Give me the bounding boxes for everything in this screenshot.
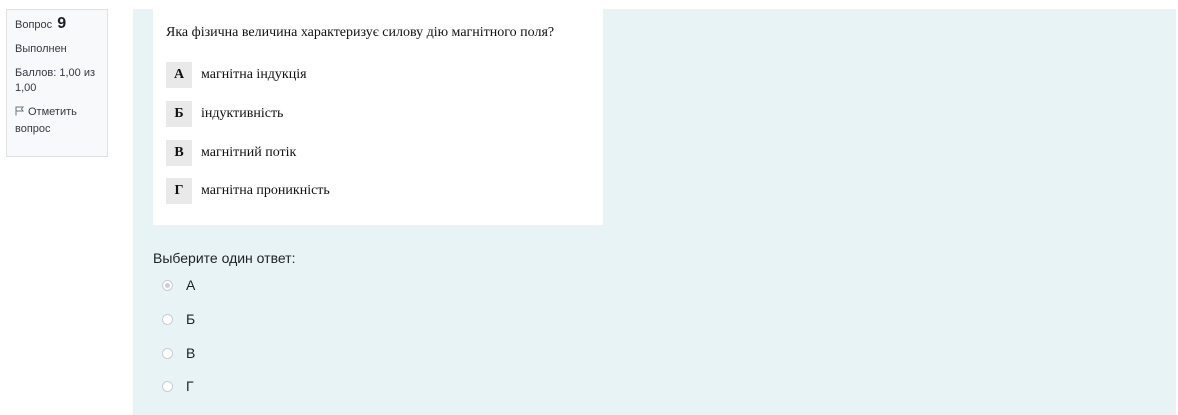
answer-choice-g[interactable]: Г (162, 376, 194, 396)
question-info-panel: Вопрос 9 Выполнен Баллов: 1,00 из 1,00 О… (6, 9, 108, 157)
question-label: Вопрос (15, 19, 53, 31)
option-letter: Г (166, 178, 192, 204)
option-text: індуктивність (201, 106, 284, 121)
radio-button[interactable] (162, 347, 173, 359)
question-option-v: В магнітний потік (166, 140, 296, 166)
option-text: магнітна індукція (201, 67, 307, 82)
answer-choice-label[interactable]: В (186, 345, 195, 361)
answer-prompt: Выберите один ответ: (153, 250, 296, 266)
question-page: Вопрос 9 Выполнен Баллов: 1,00 из 1,00 О… (0, 0, 1178, 415)
radio-button-selected[interactable] (162, 279, 173, 291)
answer-choice-v[interactable]: В (162, 343, 195, 363)
question-number: Вопрос 9 (15, 16, 99, 33)
option-text: магнітний потік (201, 145, 297, 160)
answer-choice-a[interactable]: А (162, 275, 195, 295)
question-number-value: 9 (57, 15, 67, 32)
option-letter: В (166, 140, 192, 166)
question-option-g: Г магнітна проникність (166, 178, 330, 204)
option-text: магнітна проникність (201, 183, 330, 198)
question-text: Яка фізична величина характеризує силову… (166, 25, 555, 40)
question-grade: Баллов: 1,00 из 1,00 (15, 67, 96, 94)
option-letter: А (166, 62, 192, 88)
answer-choice-label[interactable]: А (186, 277, 195, 293)
answer-choice-b[interactable]: Б (162, 309, 195, 329)
question-option-a: А магнітна індукція (166, 62, 307, 88)
radio-button[interactable] (162, 313, 173, 325)
option-letter: Б (166, 101, 192, 127)
answer-choice-label[interactable]: Г (186, 378, 194, 394)
question-state: Выполнен (15, 43, 67, 55)
question-content: Яка фізична величина характеризує силову… (133, 9, 1176, 415)
flag-icon (15, 106, 24, 116)
answer-choice-label[interactable]: Б (186, 311, 195, 327)
flag-question-link[interactable]: Отметить вопрос (15, 104, 99, 138)
question-option-b: Б індуктивність (166, 101, 283, 127)
radio-button[interactable] (162, 380, 173, 392)
question-image: Яка фізична величина характеризує силову… (153, 9, 603, 225)
